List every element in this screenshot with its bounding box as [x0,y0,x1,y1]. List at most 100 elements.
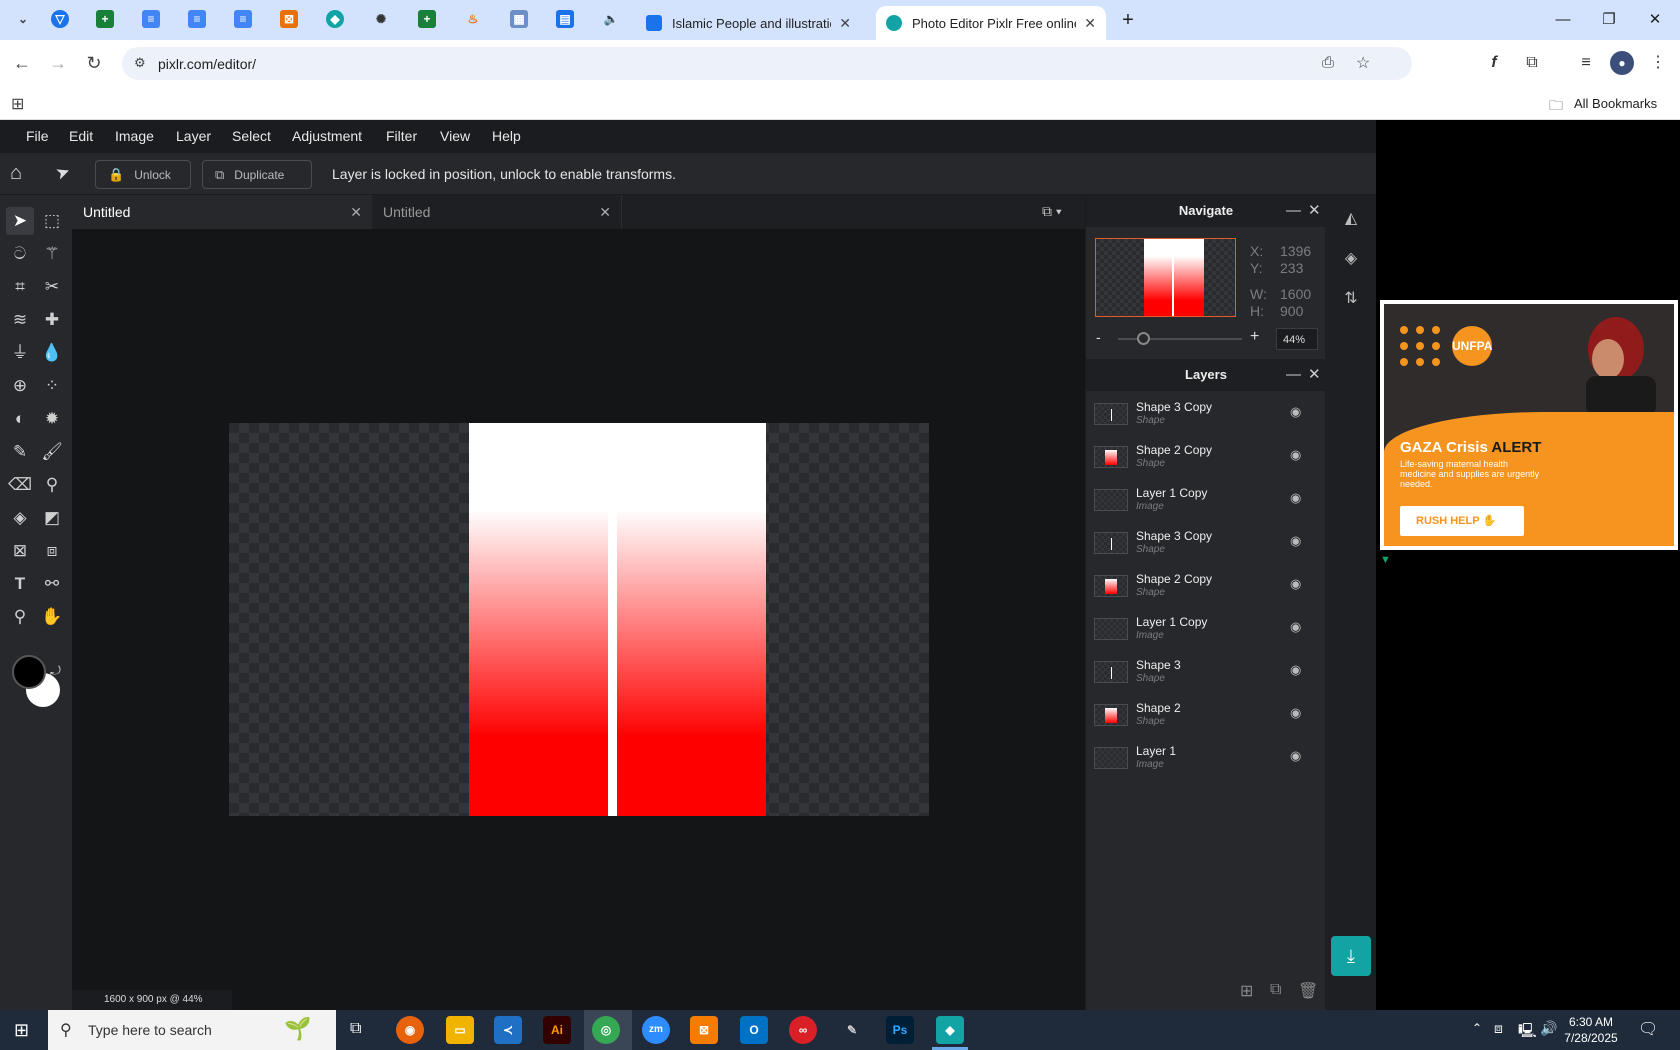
duplicate-layer-icon[interactable]: ⧉ [1270,981,1281,999]
adchoices-icon[interactable]: ▼ [1380,554,1391,566]
clone-tool-icon[interactable]: ⏚ [6,339,34,367]
layer-row[interactable]: Shape 3 Copy Shape ◉ [1086,392,1326,435]
doc-tab-active[interactable]: Untitled ✕ [72,195,372,229]
lasso-tool-icon[interactable]: ට [6,240,34,268]
swap-colors-icon[interactable]: ⤾ [50,663,61,679]
outlook-icon[interactable]: O [740,1016,768,1044]
menu-image[interactable]: Image [115,128,154,144]
zoom-app-icon[interactable]: zm [642,1016,670,1044]
install-app-icon[interactable]: ⎙ [1322,54,1334,71]
chatgpt-icon[interactable]: ✺ [372,10,390,28]
tab-search-icon[interactable]: ⌄ [14,10,32,28]
profile-avatar[interactable]: ● [1610,51,1634,75]
all-bookmarks-link[interactable]: All Bookmarks [1574,96,1657,111]
layer-row[interactable]: Shape 2 Shape ◉ [1086,693,1326,736]
visibility-eye-icon[interactable]: ◉ [1290,490,1301,506]
docs-icon[interactable]: ≡ [142,10,160,28]
arrange-tool-icon[interactable]: ➤ [53,161,73,185]
shape-tool-icon[interactable]: ⧈ [38,537,66,565]
zoom-out-button[interactable]: - [1096,329,1101,345]
layer-row[interactable]: Layer 1 Copy Image ◉ [1086,478,1326,521]
visibility-eye-icon[interactable]: ◉ [1290,576,1301,592]
close-icon[interactable]: ✕ [1308,359,1321,391]
visibility-eye-icon[interactable]: ◉ [1290,533,1301,549]
new-tab-button[interactable]: + [1113,8,1143,32]
docs-icon[interactable]: ≡ [234,10,252,28]
layer-row[interactable]: Layer 1 Copy Image ◉ [1086,607,1326,650]
close-icon[interactable]: ✕ [1308,195,1321,227]
hand-tool-icon[interactable]: ✋ [38,603,66,631]
text-tool-icon[interactable]: T [6,570,34,598]
pixelate-tool-icon[interactable]: ⁘ [38,372,66,400]
minimize-icon[interactable]: — [1286,359,1301,391]
file-explorer-icon[interactable]: ▭ [446,1016,474,1044]
sponge-tool-icon[interactable]: ⊕ [6,372,34,400]
unlock-button[interactable]: 🔒 Unlock [95,160,191,189]
pen-app-icon[interactable]: ✎ [838,1016,866,1044]
gradient-tool-icon[interactable]: ◩ [38,504,66,532]
layer-row[interactable]: Shape 3 Copy Shape ◉ [1086,521,1326,564]
close-icon[interactable]: ✕ [599,204,611,221]
layer-row[interactable]: Shape 2 Copy Shape ◉ [1086,564,1326,607]
restore-button[interactable]: ❐ [1594,8,1624,32]
media-control-icon[interactable]: ≡ [1574,51,1598,75]
site-info-icon[interactable]: ⚙ [134,55,146,71]
forms-icon[interactable]: ▤ [556,10,574,28]
close-window-button[interactable]: ✕ [1640,8,1670,32]
layer-row[interactable]: Shape 3 Shape ◉ [1086,650,1326,693]
fill-tool-icon[interactable]: ◈ [6,504,34,532]
layer-row[interactable]: Shape 2 Copy Shape ◉ [1086,435,1326,478]
back-button[interactable]: ← [8,49,36,77]
firefox-icon[interactable]: ◉ [396,1016,424,1044]
image-canvas[interactable] [229,423,929,816]
history-toggle-icon[interactable]: ⇅ [1339,287,1363,311]
taskbar-clock[interactable]: 6:30 AM 7/28/2025 [1556,1014,1626,1046]
minimize-button[interactable]: — [1548,8,1578,32]
navigator-thumbnail[interactable] [1095,238,1236,317]
pixlr-app-icon[interactable]: ◆ [936,1016,964,1044]
photoshop-icon[interactable]: Ps [886,1016,914,1044]
pen-tool-icon[interactable]: ✎ [6,438,34,466]
sheets-icon[interactable]: + [96,10,114,28]
extensions-icon[interactable]: ⧉ [1520,51,1544,75]
close-icon[interactable]: ✕ [839,15,851,32]
liquify-tool-icon[interactable]: ≋ [6,306,34,334]
menu-select[interactable]: Select [232,128,271,144]
sheets-icon[interactable]: + [418,10,436,28]
layer-row[interactable]: Layer 1 Image ◉ [1086,736,1326,779]
task-view-icon[interactable]: ⧉ [350,1020,361,1038]
visibility-eye-icon[interactable]: ◉ [1290,404,1301,420]
doc-tab[interactable]: Untitled ✕ [372,195,622,229]
tray-app-icon[interactable]: ⧈ [1494,1020,1503,1037]
duplicate-button[interactable]: ⧉ Duplicate [202,160,312,189]
app-icon[interactable]: ◆ [326,10,344,28]
delete-layer-icon[interactable]: 🗑 [1298,981,1318,1001]
add-layer-icon[interactable]: ⊞ [1240,981,1253,1001]
burn-tool-icon[interactable]: ✹ [38,405,66,433]
close-icon[interactable]: ✕ [350,204,362,221]
zoom-slider-handle[interactable] [1136,332,1150,345]
menu-layer[interactable]: Layer [176,128,211,144]
heal-tool-icon[interactable]: ✚ [38,306,66,334]
visibility-eye-icon[interactable]: ◉ [1290,619,1301,635]
office-icon[interactable]: ⊠ [280,10,298,28]
workspace[interactable]: 1600 x 900 px @ 44% [72,229,1085,1010]
rush-help-button[interactable]: RUSH HELP ✋ [1400,506,1524,536]
window-layout-icon[interactable]: ⧉ ▾ [1042,203,1062,220]
menu-edit[interactable]: Edit [69,128,93,144]
forward-button[interactable]: → [44,49,72,77]
reload-button[interactable]: ↻ [80,49,108,77]
bookmark-star-icon[interactable]: ☆ [1356,53,1370,73]
eyedropper-tool-icon[interactable]: ⚯ [38,570,66,598]
dodge-tool-icon[interactable]: ◐ [6,405,34,433]
menu-adjustment[interactable]: Adjustment [292,128,362,144]
brush-tool-icon[interactable]: 🖌 [38,438,66,466]
xampp-icon[interactable]: ⊠ [690,1016,718,1044]
visibility-eye-icon[interactable]: ◉ [1290,447,1301,463]
arrange-tool-icon[interactable]: ➤ [6,207,34,235]
save-button[interactable]: ⤓ [1331,936,1371,976]
image-placeholder-tool-icon[interactable]: ⊠ [6,537,34,565]
navigate-toggle-icon[interactable]: ◭ [1339,207,1363,231]
network-icon[interactable]: 🖳 [1518,1020,1537,1044]
volume-icon[interactable]: 🔊 [1540,1020,1557,1037]
